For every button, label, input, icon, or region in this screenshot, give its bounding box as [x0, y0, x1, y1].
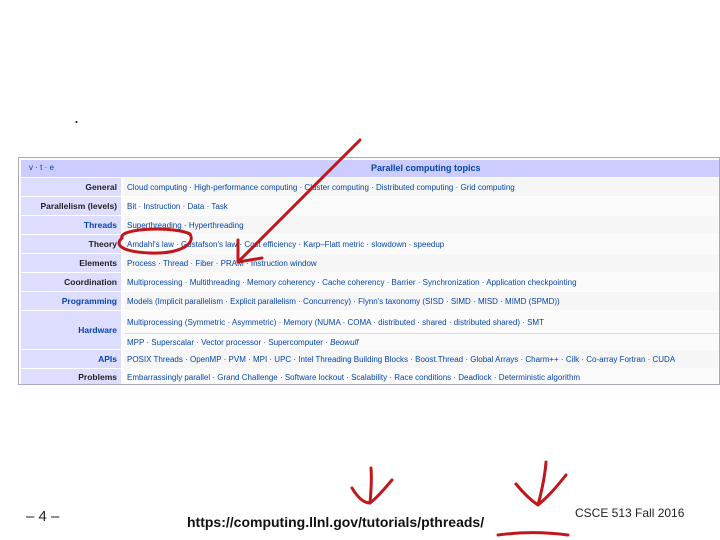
- ink-arrow-to-url-right: [514, 460, 568, 507]
- hardware-line2-italic: Beowulf: [330, 338, 359, 347]
- navbox-row-parallelism: Parallelism (levels) Bit · Instruction ·…: [21, 197, 719, 215]
- navbox-row-programming: Programming Models (Implicit parallelism…: [21, 292, 719, 310]
- ink-underline-pthreads: [496, 531, 570, 537]
- navbox-row-theory: Theory Amdahl's law · Gustafson's law · …: [21, 235, 719, 253]
- group-label-coordination: Coordination: [21, 273, 121, 291]
- group-list-coordination[interactable]: Multiprocessing · Multithreading · Memor…: [124, 273, 719, 291]
- group-label-programming[interactable]: Programming: [21, 292, 121, 310]
- group-list-hardware-line1[interactable]: Multiprocessing (Symmetric · Asymmetric)…: [124, 313, 719, 331]
- course-label: CSCE 513 Fall 2016: [575, 506, 685, 520]
- ink-arrow-to-url-left: [350, 466, 394, 505]
- group-label-general: General: [21, 178, 121, 196]
- group-list-theory[interactable]: Amdahl's law · Gustafson's law · Cost ef…: [124, 235, 719, 253]
- group-list-general[interactable]: Cloud computing · High-performance compu…: [124, 178, 719, 196]
- group-label-problems: Problems: [21, 369, 121, 384]
- parallel-computing-navbox: v · t · e Parallel computing topics Gene…: [18, 157, 720, 385]
- navbox-title[interactable]: Parallel computing topics: [371, 163, 481, 173]
- bullet-point: .: [74, 107, 80, 127]
- navbox-row-problems: Problems Embarrassingly parallel · Grand…: [21, 369, 719, 384]
- group-label-parallelism: Parallelism (levels): [21, 197, 121, 215]
- group-list-hardware-line2[interactable]: MPP · Superscalar · Vector processor · S…: [124, 333, 719, 351]
- group-label-apis[interactable]: APIs: [21, 350, 121, 368]
- source-url[interactable]: https://computing.llnl.gov/tutorials/pth…: [187, 514, 484, 530]
- navbox-vte-links[interactable]: v · t · e: [29, 163, 54, 172]
- navbox-row-apis: APIs POSIX Threads · OpenMP · PVM · MPI …: [21, 350, 719, 368]
- page-number: – 4 –: [26, 508, 60, 525]
- navbox-row-threads: Threads Superthreading · Hyperthreading: [21, 216, 719, 234]
- group-label-elements: Elements: [21, 254, 121, 272]
- navbox-title-row: v · t · e Parallel computing topics: [21, 160, 719, 177]
- group-list-threads[interactable]: Superthreading · Hyperthreading: [124, 216, 719, 234]
- navbox-row-hardware: Hardware Multiprocessing (Symmetric · As…: [21, 311, 719, 349]
- group-label-threads[interactable]: Threads: [21, 216, 121, 234]
- group-list-programming[interactable]: Models (Implicit parallelism · Explicit …: [124, 292, 719, 310]
- navbox-row-general: General Cloud computing · High-performan…: [21, 178, 719, 196]
- group-list-apis[interactable]: POSIX Threads · OpenMP · PVM · MPI · UPC…: [124, 350, 719, 368]
- hardware-line2-text: MPP · Superscalar · Vector processor · S…: [127, 338, 328, 347]
- group-label-theory: Theory: [21, 235, 121, 253]
- navbox-row-coordination: Coordination Multiprocessing · Multithre…: [21, 273, 719, 291]
- group-label-hardware[interactable]: Hardware: [21, 311, 121, 349]
- group-list-problems[interactable]: Embarrassingly parallel · Grand Challeng…: [124, 369, 719, 384]
- group-list-parallelism[interactable]: Bit · Instruction · Data · Task: [124, 197, 719, 215]
- navbox-row-elements: Elements Process · Thread · Fiber · PRAM…: [21, 254, 719, 272]
- group-list-elements[interactable]: Process · Thread · Fiber · PRAM · Instru…: [124, 254, 719, 272]
